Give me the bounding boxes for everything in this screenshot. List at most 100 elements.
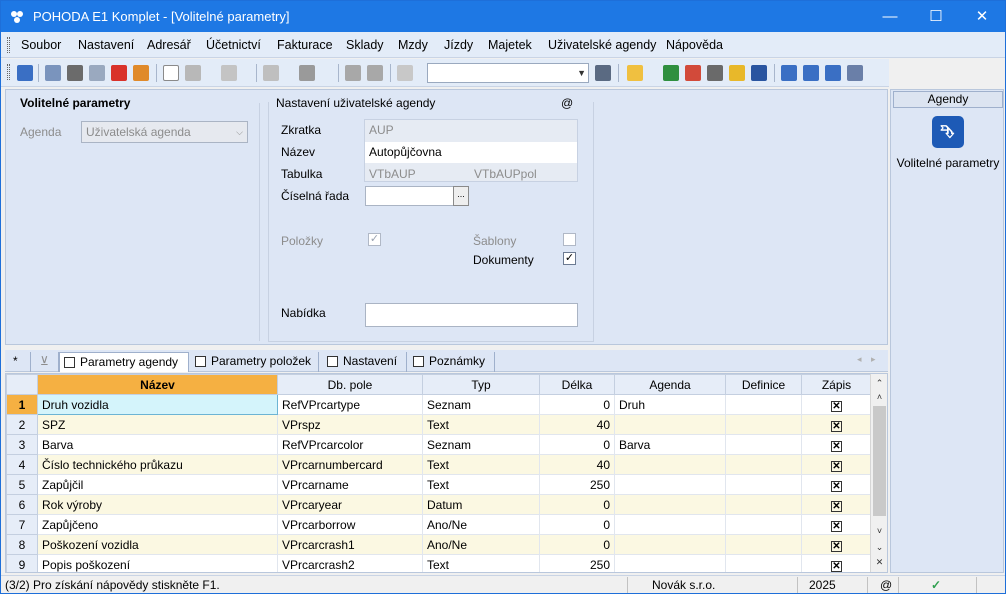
menu-adresar[interactable]: Adresář [147, 38, 191, 52]
menu-jizdy[interactable]: Jízdy [444, 38, 473, 52]
table-row[interactable]: 4 Číslo technického průkazu VPrcarnumberca… [6, 454, 881, 475]
cell-zapis[interactable]: ✕ [801, 534, 872, 555]
tab-parametry-agendy[interactable]: Parametry agendy [59, 352, 189, 372]
row-number[interactable]: 5 [6, 474, 38, 495]
back-arrow-icon[interactable] [263, 65, 279, 81]
cell-delka[interactable]: 0 [539, 534, 615, 555]
zapis-checkbox[interactable]: ✕ [831, 480, 842, 492]
nazev-input[interactable]: Autopůjčovna [365, 142, 577, 163]
cell-delka[interactable]: 0 [539, 514, 615, 535]
help-icon[interactable] [847, 65, 863, 81]
scroll-up-icon[interactable]: ˄ [873, 390, 886, 404]
calculator-icon[interactable] [707, 65, 723, 81]
cell-delka[interactable]: 0 [539, 434, 615, 455]
cell-nazev[interactable]: Číslo technického průkazu [37, 454, 278, 475]
scrollbar-thumb[interactable] [873, 406, 886, 516]
scroll-top-icon[interactable]: ⌃ [873, 376, 886, 390]
column-header-delka[interactable]: Délka [539, 374, 615, 395]
zapis-checkbox[interactable]: ✕ [831, 460, 842, 472]
cell-zapis[interactable]: ✕ [801, 394, 872, 415]
cell-definice[interactable] [725, 534, 802, 555]
table-row[interactable]: 7 Zapůjčeno VPrcarborrow Ano/Ne 0 ✕ [6, 514, 881, 535]
menu-grip-icon[interactable] [7, 37, 10, 53]
cell-zapis[interactable]: ✕ [801, 494, 872, 515]
cell-nazev[interactable]: Popis poškození [37, 554, 278, 572]
cell-zapis[interactable]: ✕ [801, 514, 872, 535]
row-number[interactable]: 9 [6, 554, 38, 572]
tab-nastaveni[interactable]: Nastavení [323, 352, 407, 372]
table-row[interactable]: 1 Druh vozidla RefVPrcartype Seznam 0 Druh ✕ [6, 394, 881, 415]
agendy-header[interactable]: Agendy [893, 91, 1003, 108]
cell-db-pole[interactable]: RefVPrcarcolor [277, 434, 423, 455]
iban-icon[interactable] [751, 65, 767, 81]
puzzle-icon[interactable] [299, 65, 315, 81]
cell-db-pole[interactable]: VPrcarnumbercard [277, 454, 423, 475]
toolbar-grip-icon[interactable] [7, 64, 10, 80]
sablony-checkbox[interactable] [563, 233, 576, 246]
status-at-icon[interactable]: @ [880, 578, 892, 592]
cell-zapis[interactable]: ✕ [801, 454, 872, 475]
scroll-bottom-icon[interactable]: ⌄ [873, 540, 886, 554]
volitelne-parametry-label[interactable]: Volitelné parametry [893, 155, 1003, 171]
cell-definice[interactable] [725, 454, 802, 475]
table-row[interactable]: 5 Zapůjčil VPrcarname Text 250 ✕ [6, 474, 881, 495]
cell-definice[interactable] [725, 434, 802, 455]
panel-toggle-icon[interactable] [17, 65, 33, 81]
window-split-icon[interactable] [825, 65, 841, 81]
cell-agenda[interactable]: Barva [614, 434, 726, 455]
tab-parametry-polozek[interactable]: Parametry položek [191, 352, 319, 372]
duplicate-icon[interactable] [397, 65, 413, 81]
grid-scrollbar[interactable]: ⌃ ˄ ˅ ⌄ ✕ [870, 374, 887, 572]
cell-nazev[interactable]: Rok výroby [37, 494, 278, 515]
column-header-typ[interactable]: Typ [422, 374, 540, 395]
cell-agenda[interactable] [614, 474, 726, 495]
menu-majetek[interactable]: Majetek [488, 38, 532, 52]
zapis-checkbox[interactable]: ✕ [831, 500, 842, 512]
table-row[interactable]: 2 SPZ VPrspz Text 40 ✕ [6, 414, 881, 435]
row-number[interactable]: 8 [6, 534, 38, 555]
cell-nazev[interactable]: Barva [37, 434, 278, 455]
tab-star[interactable]: * [5, 352, 31, 372]
cell-typ[interactable]: Text [422, 474, 540, 495]
table-row[interactable]: 8 Poškození vozidla VPrcarcrash1 Ano/Ne 0 ✕ [6, 534, 881, 555]
cell-typ[interactable]: Seznam [422, 434, 540, 455]
report-icon[interactable] [685, 65, 701, 81]
cell-typ[interactable]: Seznam [422, 394, 540, 415]
polozky-checkbox[interactable]: ✓ [368, 233, 381, 246]
search-combo[interactable]: ▼ [427, 63, 589, 83]
ciselna-rada-picker-button[interactable]: ... [453, 186, 469, 206]
menu-uzivatelske-agendy[interactable]: Uživatelské agendy [548, 38, 656, 52]
row-number[interactable]: 6 [6, 494, 38, 515]
cell-zapis[interactable]: ✕ [801, 434, 872, 455]
cell-delka[interactable]: 40 [539, 414, 615, 435]
menu-nastaveni[interactable]: Nastavení [78, 38, 134, 52]
save-icon[interactable] [345, 65, 361, 81]
column-header-nazev[interactable]: Název [37, 374, 278, 395]
grid-icon[interactable] [221, 65, 237, 81]
pdf-icon[interactable] [111, 65, 127, 81]
row-number[interactable]: 1 [6, 394, 38, 415]
cell-delka[interactable]: 250 [539, 554, 615, 572]
zapis-checkbox[interactable]: ✕ [831, 520, 842, 532]
cell-agenda[interactable]: Druh [614, 394, 726, 415]
menu-mzdy[interactable]: Mzdy [398, 38, 428, 52]
calendar-icon[interactable] [663, 65, 679, 81]
zapis-checkbox[interactable]: ✕ [831, 400, 842, 412]
cell-db-pole[interactable]: VPrspz [277, 414, 423, 435]
cell-zapis[interactable]: ✕ [801, 474, 872, 495]
filter-icon[interactable] [595, 65, 611, 81]
cell-delka[interactable]: 0 [539, 494, 615, 515]
zapis-checkbox[interactable]: ✕ [831, 420, 842, 432]
cell-definice[interactable] [725, 394, 802, 415]
tab-scroll-left-icon[interactable]: ◂ [857, 354, 862, 365]
cell-agenda[interactable] [614, 494, 726, 515]
cell-typ[interactable]: Text [422, 454, 540, 475]
scroll-close-icon[interactable]: ✕ [873, 555, 886, 569]
cell-nazev[interactable]: Poškození vozidla [37, 534, 278, 555]
copy-icon[interactable] [45, 65, 61, 81]
zapis-checkbox[interactable]: ✕ [831, 560, 842, 572]
cell-delka[interactable]: 250 [539, 474, 615, 495]
table-row[interactable]: 6 Rok výroby VPrcaryear Datum 0 ✕ [6, 494, 881, 515]
row-number[interactable]: 2 [6, 414, 38, 435]
row-number[interactable]: 3 [6, 434, 38, 455]
